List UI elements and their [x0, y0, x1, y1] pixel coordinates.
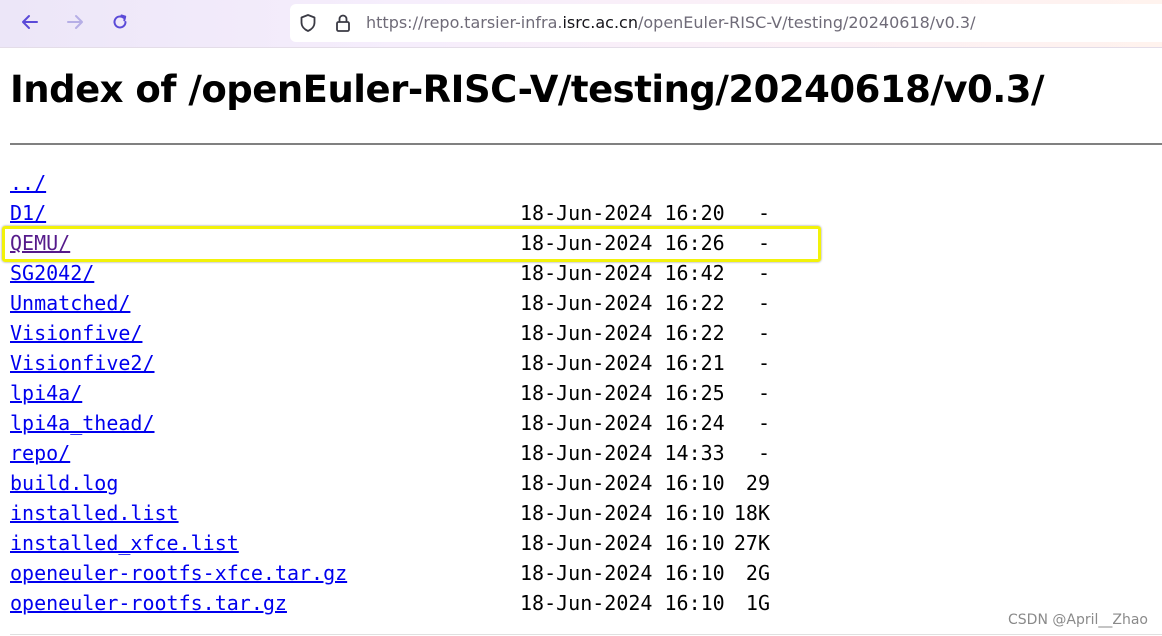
lock-icon[interactable] [334, 13, 352, 33]
file-link[interactable]: build.log [10, 468, 118, 498]
file-size: - [757, 411, 770, 435]
address-bar[interactable]: https://repo.tarsier-infra.isrc.ac.cn/op… [290, 4, 1162, 42]
file-size: - [757, 351, 770, 375]
highlight-box [2, 226, 821, 262]
list-item: Visionfive/ 18-Jun-2024 16:22 - [10, 318, 810, 348]
file-size: 27K [733, 531, 770, 555]
list-item: installed_xfce.list 18-Jun-2024 16:10 27… [10, 528, 810, 558]
list-item: installed.list 18-Jun-2024 16:10 18K [10, 498, 810, 528]
url-text[interactable]: https://repo.tarsier-infra.isrc.ac.cn/op… [366, 13, 976, 33]
browser-toolbar: https://repo.tarsier-infra.isrc.ac.cn/op… [0, 0, 1162, 48]
page-title: Index of /openEuler-RISC-V/testing/20240… [10, 68, 1045, 111]
file-size: - [757, 381, 770, 405]
file-link[interactable]: openeuler-rootfs-xfce.tar.gz [10, 558, 347, 588]
back-button[interactable] [14, 6, 46, 38]
back-arrow-icon [22, 15, 38, 29]
list-item: openeuler-rootfs.tar.gz 18-Jun-2024 16:1… [10, 588, 810, 618]
file-size: 29 [745, 471, 770, 495]
reload-icon [113, 14, 127, 29]
file-size: 2G [745, 561, 770, 585]
file-size: - [757, 291, 770, 315]
file-size: - [757, 261, 770, 285]
file-size: 1G [745, 591, 770, 615]
forward-arrow-icon [67, 15, 83, 29]
list-item: D1/ 18-Jun-2024 16:20 - [10, 198, 810, 228]
url-prefix: https://repo.tarsier-infra. [366, 13, 563, 32]
bottom-divider [10, 634, 1162, 635]
file-size: 18K [733, 501, 770, 525]
url-domain: isrc.ac.cn [562, 13, 638, 32]
file-link[interactable]: Unmatched/ [10, 288, 130, 318]
file-link[interactable]: repo/ [10, 438, 70, 468]
file-link[interactable]: ../ [10, 168, 46, 198]
list-item: openeuler-rootfs-xfce.tar.gz 18-Jun-2024… [10, 558, 810, 588]
list-item: lpi4a/ 18-Jun-2024 16:25 - [10, 378, 810, 408]
watermark: CSDN @April__Zhao [1008, 612, 1148, 628]
list-item: ../ [10, 168, 810, 198]
file-link[interactable]: lpi4a/ [10, 378, 82, 408]
file-size: - [757, 441, 770, 465]
file-link[interactable]: installed_xfce.list [10, 528, 239, 558]
url-path: /openEuler-RISC-V/testing/20240618/v0.3/ [637, 13, 976, 32]
list-item: repo/ 18-Jun-2024 14:33 - [10, 438, 810, 468]
list-item: SG2042/ 18-Jun-2024 16:42 - [10, 258, 810, 288]
file-link[interactable]: SG2042/ [10, 258, 94, 288]
file-link[interactable]: Visionfive2/ [10, 348, 155, 378]
file-link[interactable]: D1/ [10, 198, 46, 228]
list-item: lpi4a_thead/ 18-Jun-2024 16:24 - [10, 408, 810, 438]
top-divider [10, 143, 1162, 145]
forward-button[interactable] [59, 6, 91, 38]
file-link[interactable]: installed.list [10, 498, 179, 528]
file-link[interactable]: lpi4a_thead/ [10, 408, 155, 438]
file-size: - [757, 321, 770, 345]
file-link[interactable]: openeuler-rootfs.tar.gz [10, 588, 287, 618]
list-item: Unmatched/ 18-Jun-2024 16:22 - [10, 288, 810, 318]
reload-button[interactable] [104, 6, 136, 38]
list-item: build.log 18-Jun-2024 16:10 29 [10, 468, 810, 498]
file-link[interactable]: Visionfive/ [10, 318, 142, 348]
list-item: Visionfive2/ 18-Jun-2024 16:21 - [10, 348, 810, 378]
shield-icon[interactable] [298, 13, 318, 33]
file-size: - [757, 201, 770, 225]
